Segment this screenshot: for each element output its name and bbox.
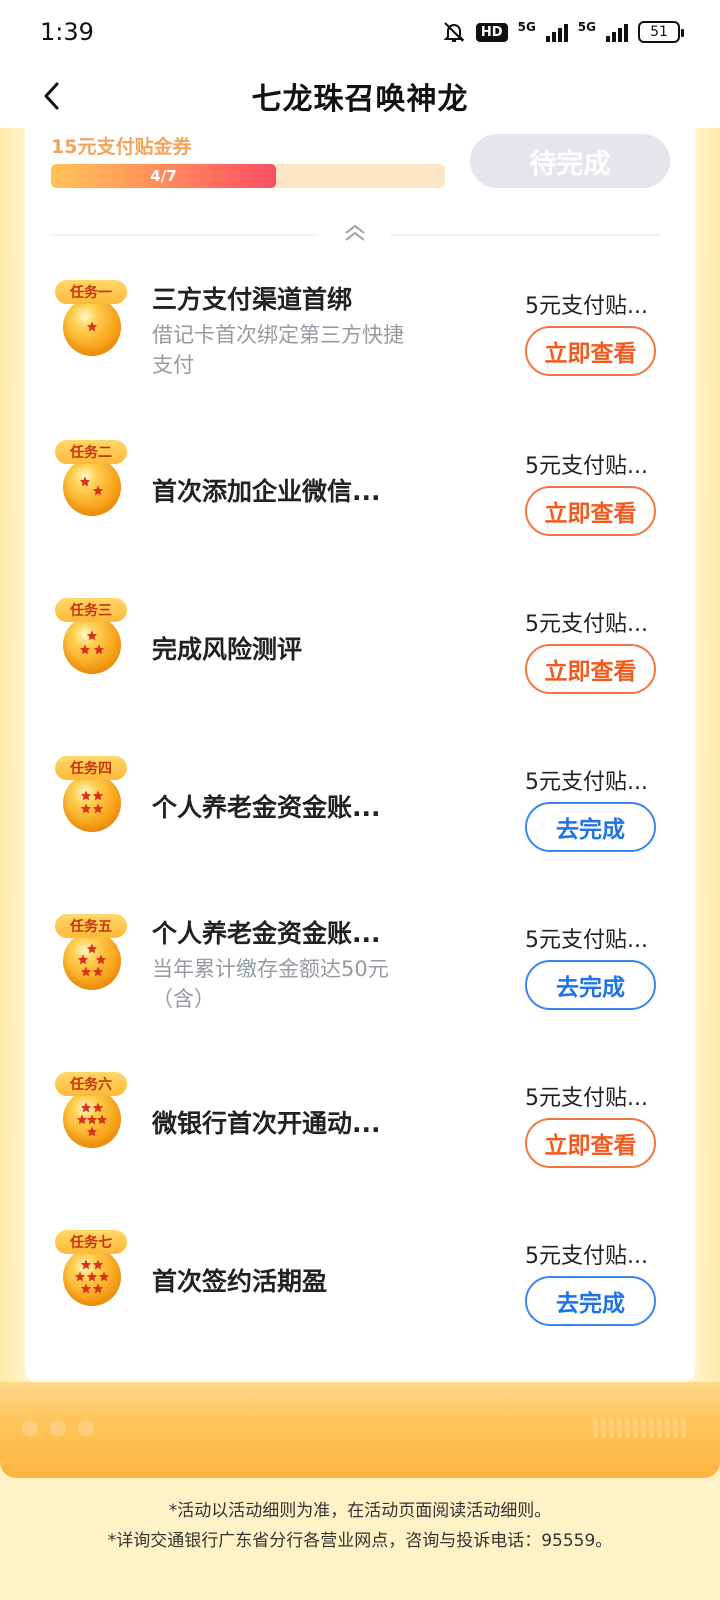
divider [390,234,660,236]
task-reward: 5元支付贴... [525,1086,648,1111]
nav-bar: 七龙珠召唤神龙 [0,64,720,128]
footer-note-1: *活动以活动细则为准，在活动页面阅读活动细则。 [168,1501,552,1521]
network-label-1: 5G [517,20,536,34]
status-time: 1:39 [40,18,94,46]
dragon-ball-icon [63,1248,121,1306]
task-badge: 任务五 [55,914,127,938]
task-title: 微银行首次开通动... [152,1109,381,1138]
page-title: 七龙珠召唤神龙 [251,82,469,117]
task-badge: 任务三 [55,598,127,622]
task-title: 个人养老金资金账... [152,919,381,948]
progress-fill: 4/7 [51,164,276,188]
task-reward: 5元支付贴... [525,1244,648,1269]
status-bar: 1:39 HD 5G 5G 51 [0,0,720,64]
task-ball-icon: 任务七 [55,1230,127,1316]
task-row: 任务七 首次签约活期盈 5元支付贴... 去完成 [25,1220,695,1350]
dragon-ball-icon [63,458,121,516]
task-row: 任务二 首次添加企业微信... 5元支付贴... 立即查看 [25,430,695,560]
task-desc: 当年累计缴存金额达50元（含） [152,957,389,1011]
deco-dots [22,1420,94,1436]
task-action-button[interactable]: 立即查看 [525,1118,656,1168]
task-row: 任务三 完成风险测评 5元支付贴... 立即查看 [25,588,695,718]
task-card: 15元支付贴金券 4/7 待完成 任务一 三方支付渠道首绑 借记卡首次绑定第三方… [25,128,695,1384]
dragon-ball-icon [63,298,121,356]
task-title: 个人养老金资金账... [152,793,381,822]
star-icon [76,1102,108,1137]
task-row: 任务四 个人养老金资金账... 5元支付贴... 去完成 [25,746,695,876]
task-reward: 5元支付贴... [525,612,648,637]
task-action-button[interactable]: 立即查看 [525,486,656,536]
footer-note-2: *详询交通银行广东省分行各营业网点，咨询与投诉电话：95559。 [107,1531,613,1551]
dragon-ball-icon [63,774,121,832]
star-icon [74,1259,110,1294]
coupon-label: 15元支付贴金券 [51,136,192,158]
task-ball-icon: 任务五 [55,914,127,1000]
task-badge: 任务六 [55,1072,127,1096]
dragon-ball-icon [63,932,121,990]
bell-muted-icon [443,22,465,42]
back-button[interactable] [34,78,70,114]
task-action-button[interactable]: 去完成 [525,1276,656,1326]
task-reward: 5元支付贴... [525,928,648,953]
task-ball-icon: 任务三 [55,598,127,684]
dragon-ball-icon [63,1090,121,1148]
task-badge: 任务四 [55,756,127,780]
task-title: 完成风险测评 [152,635,303,664]
deco-lines [593,1418,686,1438]
star-icon [79,630,105,655]
task-badge: 任务二 [55,440,127,464]
task-action-button[interactable]: 去完成 [525,960,656,1010]
task-reward: 5元支付贴... [525,294,648,319]
collapse-icon[interactable] [340,221,370,245]
task-action-button[interactable]: 立即查看 [525,644,656,694]
chevron-left-icon [44,82,59,110]
star-icon [77,943,107,977]
divider [50,234,318,236]
task-ball-icon: 任务一 [55,280,127,366]
task-reward: 5元支付贴... [525,770,648,795]
progress-text: 4/7 [150,167,177,185]
signal-icon-1 [545,22,568,42]
star-icon [79,476,104,496]
task-ball-icon: 任务四 [55,756,127,842]
task-title: 首次添加企业微信... [152,477,381,506]
task-ball-icon: 任务二 [55,440,127,526]
task-row: 任务六 微银行首次开通动... 5元支付贴... 立即查看 [25,1062,695,1192]
network-label-2: 5G [577,20,596,34]
status-icons: HD 5G 5G 51 [442,20,684,44]
battery-icon: 51 [638,21,684,43]
task-title: 首次签约活期盈 [152,1267,328,1296]
task-row: 任务五 个人养老金资金账... 当年累计缴存金额达50元（含） 5元支付贴...… [25,904,695,1034]
task-reward: 5元支付贴... [525,454,648,479]
task-action-button[interactable]: 去完成 [525,802,656,852]
task-row: 任务一 三方支付渠道首绑 借记卡首次绑定第三方快捷支付 5元支付贴... 立即查… [25,270,695,400]
task-ball-icon: 任务六 [55,1072,127,1158]
task-action-button[interactable]: 立即查看 [525,326,656,376]
task-title: 三方支付渠道首绑 [152,285,353,314]
task-badge: 任务一 [55,280,127,304]
star-icon [86,321,98,332]
signal-icon-2 [606,22,628,42]
task-desc: 借记卡首次绑定第三方快捷支付 [152,323,404,377]
progress-bar: 4/7 [51,164,445,188]
star-icon [80,790,104,814]
decorative-bar [0,1382,720,1478]
pending-button[interactable]: 待完成 [470,134,670,188]
task-badge: 任务七 [55,1230,127,1254]
dragon-ball-icon [63,616,121,674]
hd-icon: HD [475,22,508,42]
